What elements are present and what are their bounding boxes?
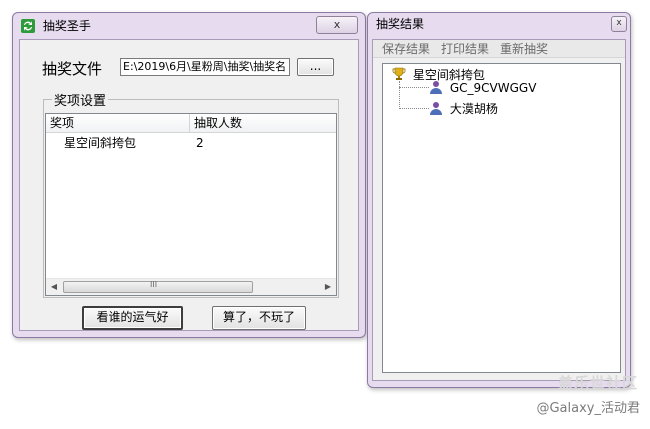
close-icon: x [616, 18, 622, 28]
result-close-button[interactable]: x [611, 16, 627, 32]
result-client-area: 保存结果 打印结果 重新抽奖 星空间斜挎包 GC_9CVWGGV 大漠胡杨 [372, 39, 626, 381]
tree-winner-item[interactable]: GC_9CVWGGV [429, 80, 536, 96]
tree-connector-h2 [399, 108, 429, 109]
close-icon: x [333, 18, 341, 31]
result-window-title: 抽奖结果 [376, 17, 425, 31]
winner-name: GC_9CVWGGV [449, 81, 537, 95]
file-label: 抽奖文件 [42, 60, 103, 78]
result-tree[interactable]: 星空间斜挎包 GC_9CVWGGV 大漠胡杨 [382, 63, 621, 373]
tree-winner-item[interactable]: 大漠胡杨 [429, 101, 498, 117]
prize-group-label: 奖项设置 [52, 90, 109, 109]
row-prize: 星空间斜挎包 [64, 136, 137, 150]
file-path-input[interactable]: E:\2019\6月\星粉周\抽奖\抽奖名 [120, 58, 290, 76]
scroll-right-icon[interactable]: ▶ [321, 281, 335, 293]
main-titlebar: 抽奖圣手 x [13, 13, 365, 39]
file-path-value: E:\2019\6月\星粉周\抽奖\抽奖名 [123, 60, 287, 73]
menu-save-results[interactable]: 保存结果 [382, 40, 430, 58]
horizontal-scrollbar[interactable]: ◀ III ▶ [46, 278, 336, 295]
column-prize[interactable]: 奖项 [46, 114, 190, 133]
main-client-area: 抽奖文件 E:\2019\6月\星粉周\抽奖\抽奖名 ... 奖项设置 奖项 抽… [19, 39, 359, 331]
person-icon [429, 101, 443, 115]
person-icon [429, 80, 443, 94]
tree-connector-vertical [399, 81, 400, 109]
scroll-grip: III [150, 280, 158, 289]
watermark-site: 盖乐世社区 [557, 374, 638, 392]
main-window-title: 抽奖圣手 [42, 19, 91, 33]
tree-connector-h1 [399, 87, 429, 88]
trophy-icon [392, 67, 406, 81]
scroll-left-icon[interactable]: ◀ [47, 281, 61, 293]
scroll-thumb[interactable]: III [63, 280, 253, 293]
column-count[interactable]: 抽取人数 [190, 114, 338, 133]
result-menu-bar: 保存结果 打印结果 重新抽奖 [373, 40, 625, 58]
watermark-author: @Galaxy_活动君 [536, 401, 640, 416]
prize-list-header: 奖项 抽取人数 [46, 114, 336, 133]
start-draw-button[interactable]: 看谁的运气好 [82, 306, 183, 330]
menu-print-results[interactable]: 打印结果 [441, 40, 489, 58]
row-count: 2 [196, 136, 204, 150]
winner-name: 大漠胡杨 [449, 102, 498, 116]
table-row[interactable]: 星空间斜挎包 2 [46, 134, 336, 152]
app-icon [21, 16, 35, 33]
menu-redraw[interactable]: 重新抽奖 [500, 40, 548, 58]
result-titlebar: 抽奖结果 x [368, 13, 630, 35]
main-close-button[interactable]: x [316, 16, 358, 34]
result-window: 抽奖结果 x 保存结果 打印结果 重新抽奖 星空间斜挎包 GC_9CVWGGV … [367, 12, 631, 388]
prize-list[interactable]: 奖项 抽取人数 星空间斜挎包 2 ◀ III ▶ [45, 113, 337, 296]
main-window: 抽奖圣手 x 抽奖文件 E:\2019\6月\星粉周\抽奖\抽奖名 ... 奖项… [12, 12, 366, 338]
quit-button[interactable]: 算了，不玩了 [212, 306, 306, 330]
browse-button[interactable]: ... [297, 58, 334, 76]
